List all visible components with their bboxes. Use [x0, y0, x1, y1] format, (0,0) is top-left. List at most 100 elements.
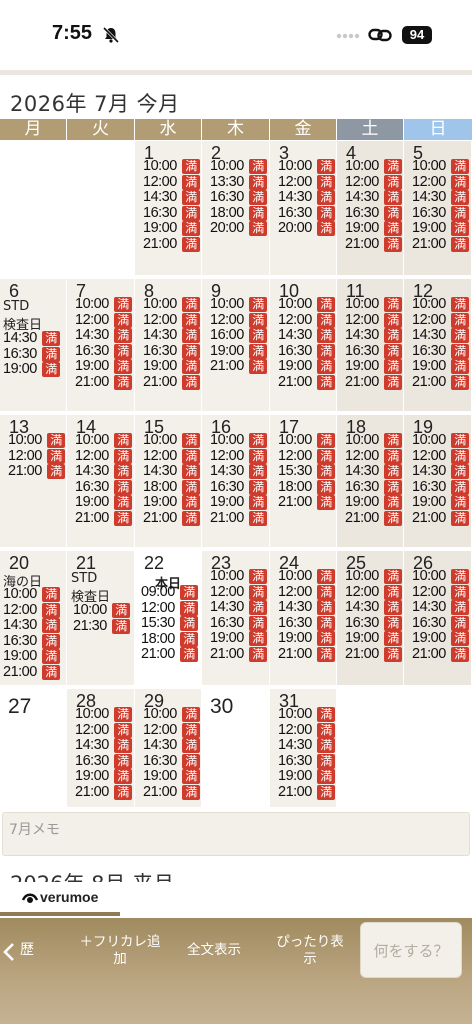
time-slot[interactable]: 10:00 満: [75, 433, 132, 448]
time-slot[interactable]: 10:00 満: [143, 297, 200, 312]
time-slot[interactable]: 12:00 満: [143, 174, 200, 190]
calendar-day-cell[interactable]: 9 10:00 満 12:00 満 16:00 満 19:00 満 21:00 満: [202, 279, 269, 411]
time-slot[interactable]: 14:30 満: [345, 464, 402, 480]
calendar-day-cell[interactable]: 4 10:00 満 12:00 満 14:30 満 16:30 満 19:00 満 21:00 満: [337, 141, 403, 275]
time-slot[interactable]: 14:30 満: [143, 190, 200, 206]
time-slot[interactable]: 16:30 満: [3, 346, 60, 362]
time-slot[interactable]: 16:30 満: [210, 190, 267, 206]
time-slot[interactable]: 12:00 満: [278, 448, 335, 464]
time-slot[interactable]: 21:00 満: [75, 375, 132, 390]
calendar-day-cell[interactable]: 24 10:00 満 12:00 満 14:30 満 16:30 満 19:00 満 21:00 満: [270, 551, 336, 685]
time-slot[interactable]: 21:00 満: [412, 647, 469, 662]
time-slot[interactable]: 16:30 満: [412, 479, 469, 495]
calendar-day-cell[interactable]: 3 10:00 満 12:00 満 14:30 満 16:30 満 20:00 満: [270, 141, 336, 275]
time-slot[interactable]: 10:00 満: [143, 707, 200, 722]
time-slot[interactable]: 21:00 満: [278, 647, 335, 662]
time-slot[interactable]: 12:00 満: [75, 448, 132, 464]
time-slot[interactable]: 12:00 満: [210, 312, 267, 328]
time-slot[interactable]: 14:30 満: [278, 328, 335, 344]
time-slot[interactable]: 14:30 満: [278, 190, 335, 206]
time-slot[interactable]: 14:30 満: [278, 738, 335, 754]
time-slot[interactable]: 16:30 満: [143, 343, 200, 359]
time-slot[interactable]: 14:30 満: [143, 738, 200, 754]
time-slot[interactable]: 14:30 満: [412, 328, 469, 344]
calendar-day-cell[interactable]: 12 10:00 満 12:00 満 14:30 満 16:30 満 19:00 満 21:00 満: [404, 279, 471, 411]
time-slot[interactable]: 16:30 満: [412, 205, 469, 221]
time-slot[interactable]: 16:30 満: [143, 205, 200, 221]
time-slot[interactable]: 16:30 満: [278, 205, 335, 221]
time-slot[interactable]: 21:00 満: [143, 785, 200, 800]
time-slot[interactable]: 10:00 満: [412, 159, 469, 174]
time-slot[interactable]: 16:30 満: [345, 343, 402, 359]
time-slot[interactable]: 19:00 満: [75, 495, 132, 511]
calendar-day-cell[interactable]: 8 10:00 満 12:00 満 14:30 満 16:30 満 19:00 満 21:00 満: [135, 279, 201, 411]
time-slot[interactable]: 12:00 満: [278, 722, 335, 738]
calendar-day-cell[interactable]: 29 10:00 満 12:00 満 14:30 満 16:30 満 19:00 満 21:00 満: [135, 689, 201, 807]
calendar-day-cell[interactable]: 30: [202, 689, 269, 807]
time-slot[interactable]: 19:00 満: [412, 631, 469, 647]
time-slot[interactable]: 21:00 満: [141, 647, 198, 663]
calendar-day-cell[interactable]: 5 10:00 満 12:00 満 14:30 満 16:30 満 19:00 満 21:00 満: [404, 141, 471, 275]
time-slot[interactable]: 12:00 満: [345, 584, 402, 600]
time-slot[interactable]: 14:30 満: [143, 464, 200, 480]
time-slot[interactable]: 10:00 満: [278, 297, 335, 312]
time-slot[interactable]: 12:00 満: [143, 722, 200, 738]
time-slot[interactable]: 16:30 満: [412, 615, 469, 631]
time-slot[interactable]: 12:00 満: [412, 312, 469, 328]
time-slot[interactable]: 10:00 満: [278, 569, 335, 584]
time-slot[interactable]: 10:00 満: [278, 707, 335, 722]
time-slot[interactable]: 16:30 満: [278, 753, 335, 769]
history-button[interactable]: 歴: [0, 936, 44, 966]
calendar-day-cell[interactable]: 26 10:00 満 12:00 満 14:30 満 16:30 満 19:00 満 21:00 満: [404, 551, 471, 685]
time-slot[interactable]: 14:30 満: [3, 618, 60, 634]
time-slot[interactable]: 12:00 満: [3, 602, 60, 618]
time-slot[interactable]: 12:00 満: [412, 174, 469, 190]
time-slot[interactable]: 12:00 満: [8, 448, 65, 464]
calendar-day-cell[interactable]: 27: [0, 689, 66, 807]
action-button[interactable]: 何をする？: [360, 922, 462, 978]
time-slot[interactable]: 21:00 満: [143, 237, 200, 252]
time-slot[interactable]: 12:00 満: [143, 312, 200, 328]
time-slot[interactable]: 21:00 満: [8, 464, 65, 480]
time-slot[interactable]: 14:30 満: [75, 464, 132, 480]
calendar-day-cell[interactable]: 28 10:00 満 12:00 満 14:30 満 16:30 満 19:00 満 21:00 満: [67, 689, 134, 807]
time-slot[interactable]: 21:00 満: [75, 511, 132, 526]
time-slot[interactable]: 16:30 満: [345, 479, 402, 495]
time-slot[interactable]: 19:00 満: [75, 769, 132, 785]
time-slot[interactable]: 10:00 満: [8, 433, 65, 448]
time-slot[interactable]: 21:00 満: [210, 359, 267, 375]
memo-field[interactable]: 7月メモ: [2, 812, 470, 856]
time-slot[interactable]: 19:00 満: [278, 631, 335, 647]
time-slot[interactable]: 12:00 満: [141, 600, 198, 616]
calendar-day-cell[interactable]: 1 10:00 満 12:00 満 14:30 満 16:30 満 19:00 満 21:00 満: [135, 141, 201, 275]
time-slot[interactable]: 16:30 満: [345, 615, 402, 631]
time-slot[interactable]: 12:00 満: [345, 174, 402, 190]
time-slot[interactable]: 15:30 満: [278, 464, 335, 480]
time-slot[interactable]: 16:30 満: [210, 479, 267, 495]
time-slot[interactable]: 14:30 満: [75, 328, 132, 344]
time-slot[interactable]: 16:30 満: [3, 633, 60, 649]
add-furigana-button[interactable]: ＋フリカレ追加: [76, 934, 164, 968]
time-slot[interactable]: 10:00 満: [345, 433, 402, 448]
calendar-day-cell[interactable]: 2 10:00 満 13:30 満 16:30 満 18:00 満 20:00 満: [202, 141, 269, 275]
time-slot[interactable]: 19:00 満: [143, 769, 200, 785]
calendar-day-cell[interactable]: 14 10:00 満 12:00 満 14:30 満 16:30 満 19:00 満 21:00 満: [67, 415, 134, 547]
time-slot[interactable]: 10:00 満: [412, 433, 469, 448]
time-slot[interactable]: 12:00 満: [278, 312, 335, 328]
calendar-day-cell[interactable]: 21 STD 検査日 10:00 満 21:30 満: [67, 551, 134, 685]
time-slot[interactable]: 19:00 満: [412, 359, 469, 375]
time-slot[interactable]: 19:00 満: [75, 359, 132, 375]
time-slot[interactable]: 14:30 満: [3, 331, 60, 346]
time-slot[interactable]: 19:00 満: [3, 649, 60, 665]
time-slot[interactable]: 19:00 満: [3, 362, 60, 378]
calendar-day-cell[interactable]: 25 10:00 満 12:00 満 14:30 満 16:30 満 19:00 満 21:00 満: [337, 551, 403, 685]
time-slot[interactable]: 21:00 満: [278, 785, 335, 800]
time-slot[interactable]: 12:00 満: [345, 312, 402, 328]
time-slot[interactable]: 20:00 満: [278, 221, 335, 237]
time-slot[interactable]: 18:00 満: [141, 631, 198, 647]
time-slot[interactable]: 21:00 満: [345, 511, 402, 526]
calendar-day-cell[interactable]: 11 10:00 満 12:00 満 14:30 満 16:30 満 19:00 満 21:00 満: [337, 279, 403, 411]
time-slot[interactable]: 10:00 満: [143, 433, 200, 448]
time-slot[interactable]: 21:00 満: [345, 237, 402, 252]
time-slot[interactable]: 14:30 満: [412, 600, 469, 616]
